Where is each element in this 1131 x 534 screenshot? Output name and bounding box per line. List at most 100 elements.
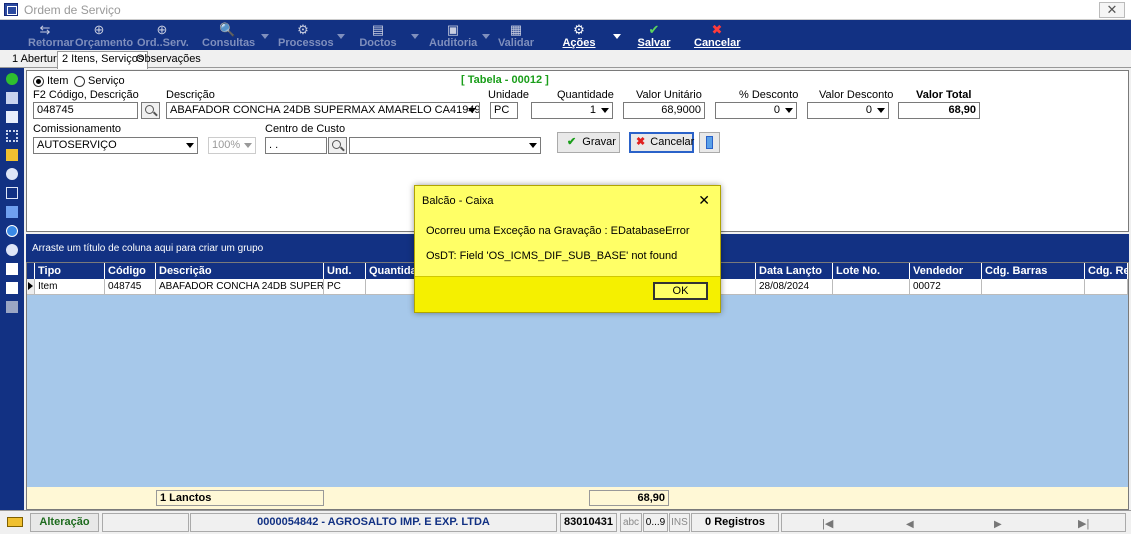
print-icon[interactable] [6,92,18,104]
chevron-down-icon [601,108,609,113]
document-icon: ▤ [371,22,385,37]
cell-vendedor: 00072 [910,279,982,295]
valor-total-label: Valor Total [916,89,972,101]
radio-servico[interactable] [74,76,85,87]
status-codigo: 83010431 [560,513,617,532]
cancelar-item-button[interactable]: ✖ Cancelar [629,132,694,153]
status-registros: 0 Registros [691,513,779,532]
cancelar-toolbar-button[interactable]: ✖ Cancelar [694,20,740,50]
col-vendedor[interactable]: Vendedor [910,263,982,279]
status-range: 0...9 [643,513,668,532]
prev-record-icon[interactable]: ◀ [906,516,914,531]
tools-icon[interactable] [6,301,18,313]
centro-custo-input[interactable]: . . [265,137,327,154]
retornar-button[interactable]: ⇆ Retornar [28,20,74,50]
gravar-button[interactable]: ✔ Gravar [557,132,620,153]
dialog-message-2: OsDT: Field 'OS_ICMS_DIF_SUB_BASE' not f… [426,250,678,262]
centro-custo-combo[interactable] [349,137,541,154]
table-icon[interactable] [6,206,18,218]
window-close-button[interactable]: ✕ [1099,2,1125,18]
extra-action-button[interactable] [699,132,720,153]
page-icon[interactable] [6,263,18,275]
col-cdg-barras[interactable]: Cdg. Barras [982,263,1085,279]
desconto-pct-input[interactable]: 0 [715,102,797,119]
calculator-icon: ▦ [509,22,523,37]
col-und[interactable]: Und. [324,263,366,279]
gear-icon[interactable] [6,244,18,256]
status-ins: INS [669,513,690,532]
check-icon: ✔ [648,22,660,37]
col-codigo[interactable]: Código [105,263,156,279]
validar-button[interactable]: ▦ Validar [497,20,535,50]
codigo-input[interactable]: 048745 [33,102,138,119]
quantidade-input[interactable]: 1 [531,102,613,119]
status-bar: Alteração 0000054842 - AGROSALTO IMP. E … [0,510,1131,534]
acoes-button[interactable]: ⚙ Ações [562,20,596,50]
tab-observacoes[interactable]: Observações [132,52,205,68]
col-descricao[interactable]: Descrição [156,263,324,279]
notebook-icon [706,136,713,149]
first-record-icon[interactable]: |◀ [822,516,833,531]
gravar-label: Gravar [582,136,616,148]
orcamento-button[interactable]: ⊕ Orçamento [75,20,133,50]
ok-button[interactable]: OK [653,282,708,300]
valor-desconto-value: 0 [865,104,872,116]
comissionamento-combo[interactable]: AUTOSERVIÇO [33,137,198,154]
document-icon[interactable] [6,111,18,123]
auditoria-dropdown-arrow[interactable] [482,34,490,39]
search-icon: 🔍 [219,22,236,37]
doctos-button[interactable]: ▤ Doctos [358,20,398,50]
auditoria-button[interactable]: ▣ Auditoria [429,20,477,50]
radio-item[interactable] [33,76,44,87]
cell-lote [833,279,910,295]
window-titlebar: Ordem de Serviço ✕ [0,0,1131,20]
descricao-combo[interactable]: ABAFADOR CONCHA 24DB SUPERMAX AMARELO CA… [166,102,480,119]
status-abc: abc [620,513,642,532]
move-icon[interactable] [6,130,18,142]
unidade-input[interactable]: PC [490,102,518,119]
centro-custo-search-button[interactable] [328,137,347,154]
chevron-down-icon [186,143,194,148]
gear-icon[interactable] [6,168,18,180]
valor-desconto-input[interactable]: 0 [807,102,889,119]
col-tipo[interactable]: Tipo [35,263,105,279]
dialog-close-icon[interactable]: ✕ [698,192,710,209]
processos-button[interactable]: ⚙ Processos [278,20,334,50]
valor-total-input: 68,90 [898,102,980,119]
valor-unitario-input[interactable]: 68,9000 [623,102,705,119]
page-icon[interactable] [6,282,18,294]
acoes-dropdown-arrow[interactable] [613,34,621,39]
check-icon: ✔ [567,136,577,148]
doctos-dropdown-arrow[interactable] [411,34,419,39]
consultas-button[interactable]: 🔍 Consultas [202,20,255,50]
last-record-icon[interactable]: ▶| [1078,516,1089,531]
consultas-dropdown-arrow[interactable] [261,34,269,39]
cell-und: PC [324,279,366,295]
grid-icon[interactable] [6,187,18,199]
next-record-icon[interactable]: ▶ [994,516,1002,531]
chevron-down-icon [877,108,885,113]
cell-codigo: 048745 [105,279,156,295]
audit-icon: ▣ [446,22,460,37]
footer-total: 68,90 [589,490,669,506]
info-icon[interactable] [6,225,18,237]
col-cdg-ref[interactable]: Cdg. Ref [1085,263,1128,279]
desconto-pct-label: % Desconto [739,89,799,101]
cancelar-label: Cancelar [650,136,695,148]
col-lote[interactable]: Lote No. [833,263,910,279]
tab-bar: 1 Abertura 2 Itens, Serviços Observações [0,50,1131,69]
valor-unitario-label: Valor Unitário [636,89,702,101]
add-icon[interactable] [6,73,18,85]
desconto-pct-value: 0 [773,104,780,116]
codigo-search-button[interactable] [141,102,160,119]
left-sidebar [0,68,24,510]
status-blank [102,513,189,532]
processos-dropdown-arrow[interactable] [337,34,345,39]
add-circle-icon: ⊕ [93,22,105,37]
ord-serv-button[interactable]: ⊕ Ord..Serv. [137,20,189,50]
col-data-lancto[interactable]: Data Lançto [756,263,833,279]
radio-servico-label: Serviço [88,75,125,87]
dialog-message-1: Ocorreu uma Exceção na Gravação : EDatab… [426,225,690,237]
salvar-button[interactable]: ✔ Salvar [636,20,672,50]
users-icon[interactable] [6,149,18,161]
